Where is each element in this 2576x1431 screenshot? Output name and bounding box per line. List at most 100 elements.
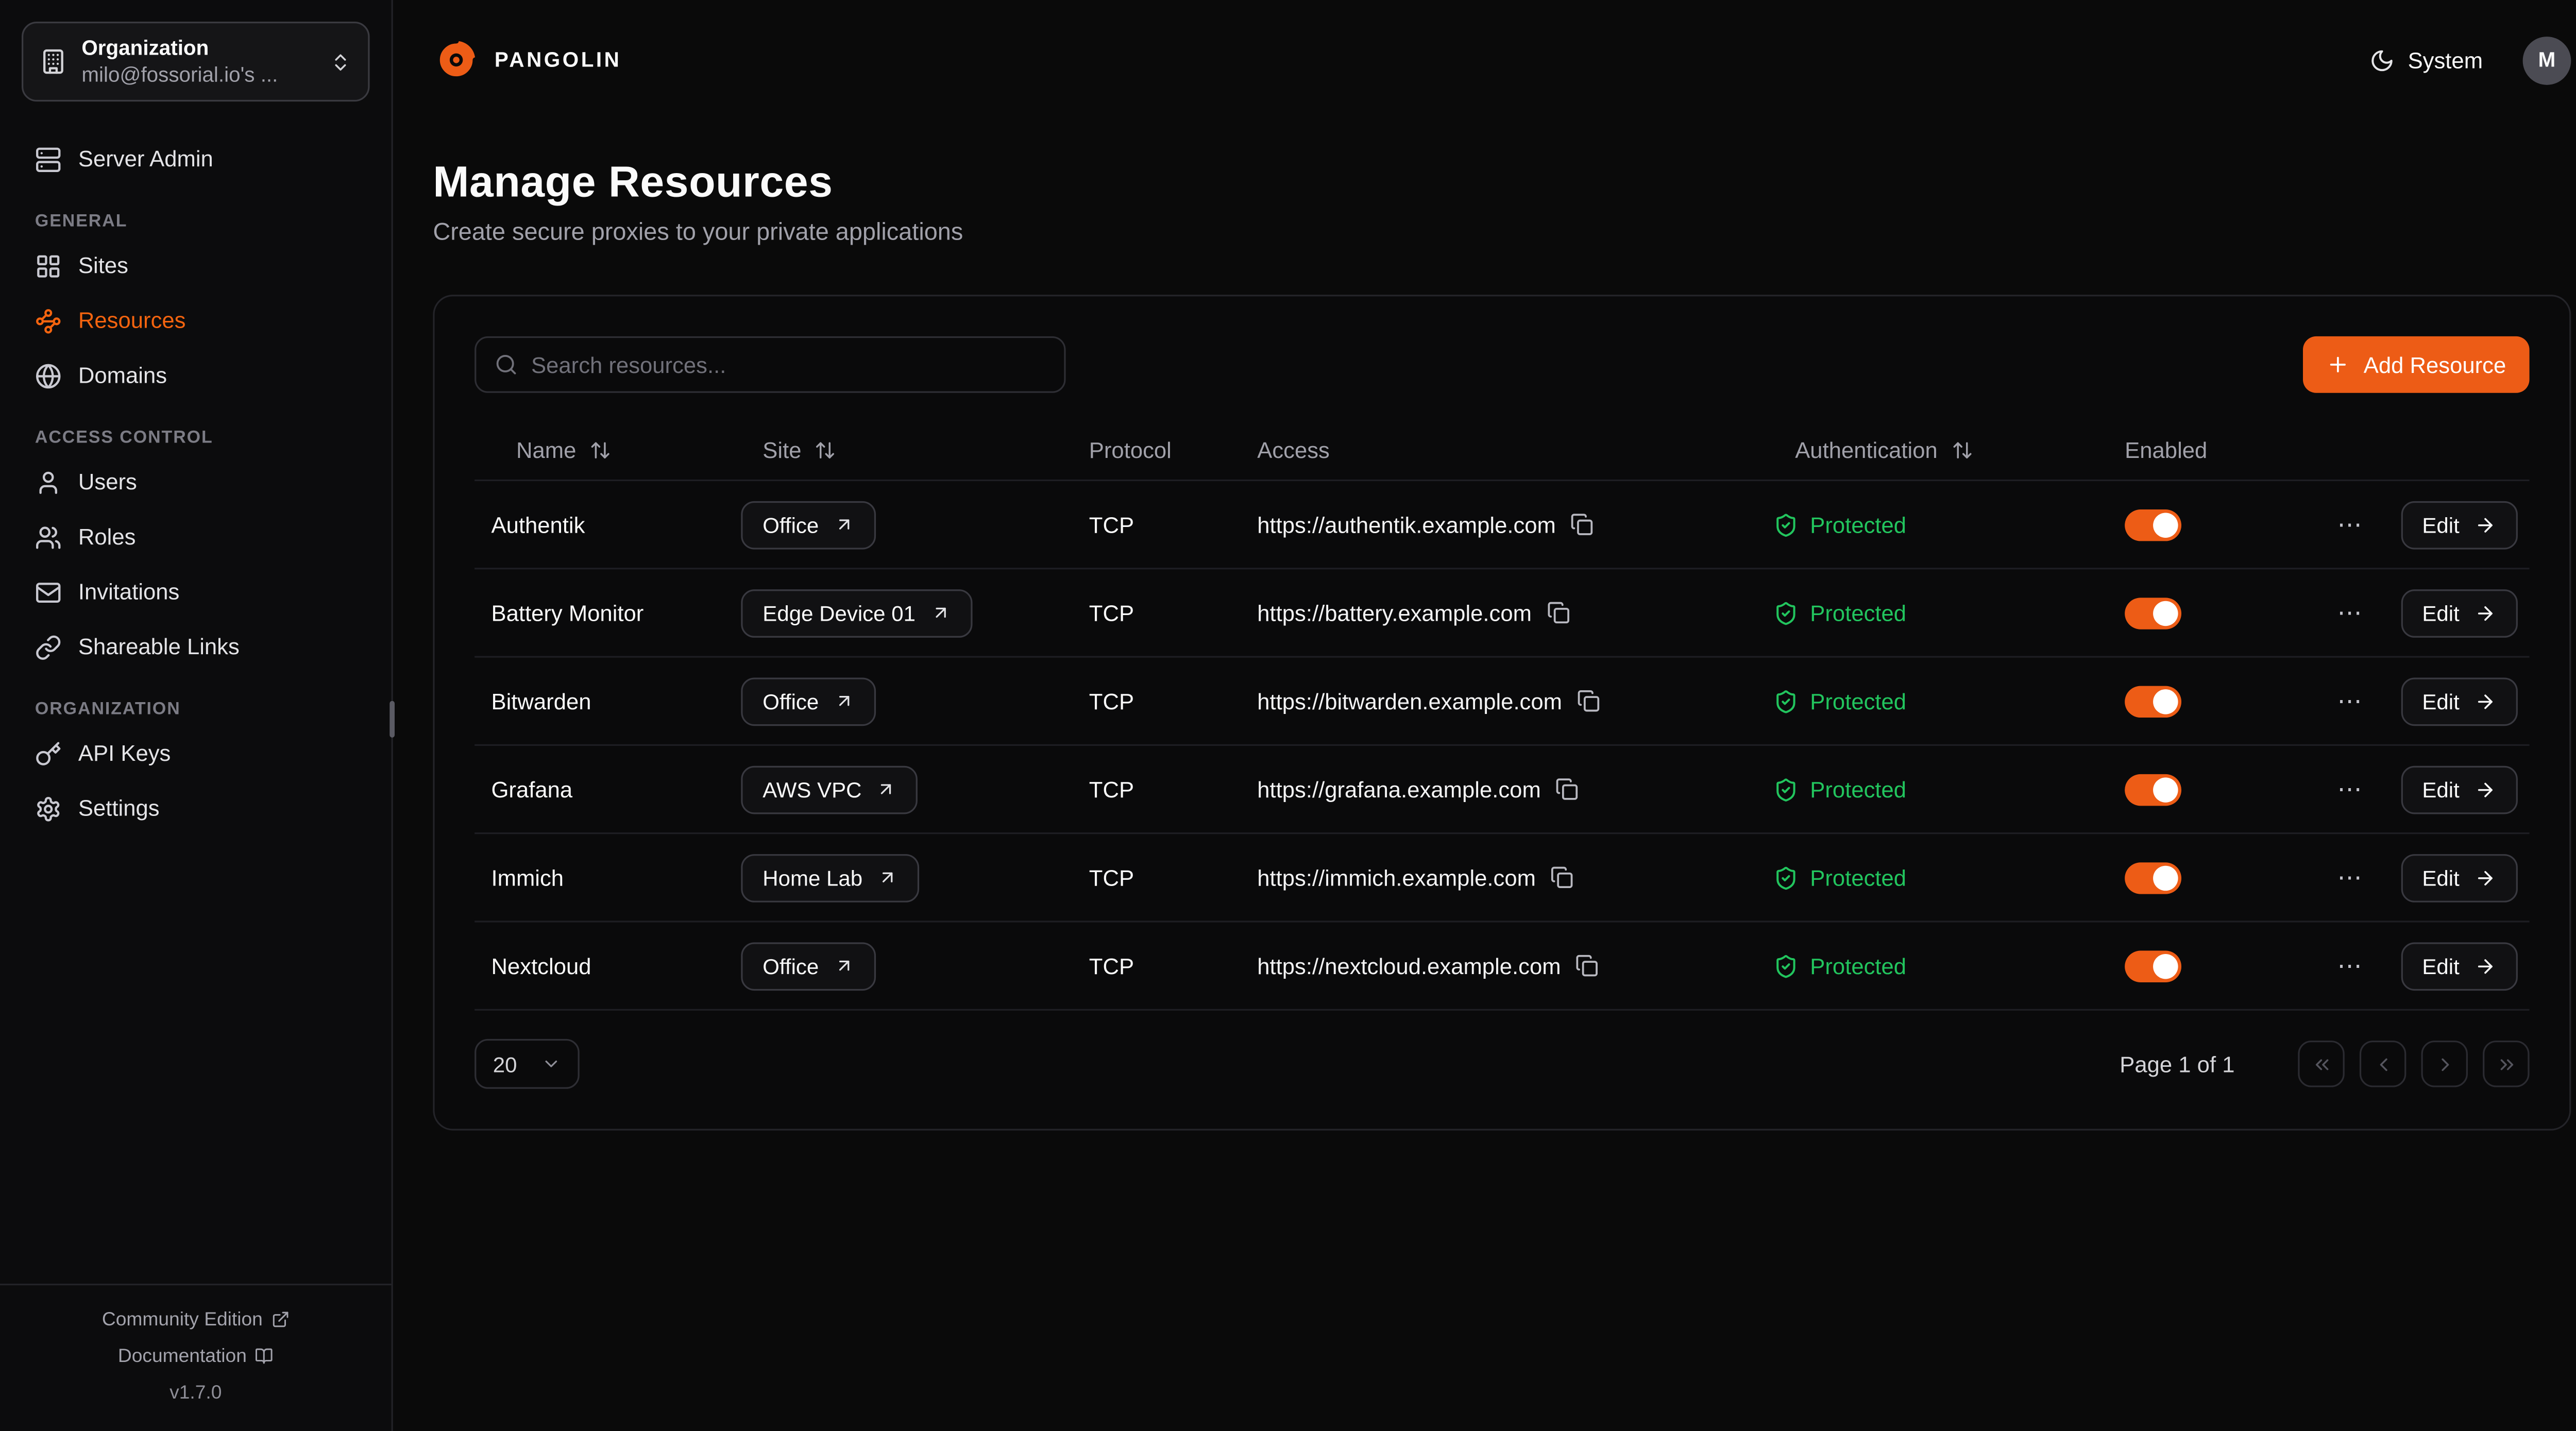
ellipsis-icon: ⋯	[2337, 508, 2362, 538]
page-header: Manage Resources Create secure proxies t…	[433, 157, 2571, 247]
row-menu-button[interactable]: ⋯	[2334, 600, 2365, 625]
theme-label: System	[2408, 47, 2483, 72]
sort-authentication-button[interactable]	[1951, 439, 1973, 461]
edit-button[interactable]: Edit	[2400, 942, 2518, 990]
row-menu-button[interactable]: ⋯	[2334, 512, 2365, 537]
site-link-button[interactable]: AWS VPC	[741, 765, 918, 813]
sidebar-item-server-admin[interactable]: Server Admin	[22, 131, 370, 186]
topbar-right: System M	[2369, 36, 2571, 84]
sidebar-item-shareable-links[interactable]: Shareable Links	[22, 619, 370, 674]
access-url: https://nextcloud.example.com	[1257, 953, 1561, 978]
arrow-up-right-icon	[930, 603, 951, 623]
site-link-button[interactable]: Edge Device 01	[741, 589, 972, 637]
sidebar-item-label: Domains	[78, 363, 167, 388]
brand-name: PANGOLIN	[495, 48, 621, 72]
next-page-button[interactable]	[2421, 1041, 2467, 1087]
copy-url-button[interactable]	[1571, 513, 1594, 536]
add-resource-button[interactable]: Add Resource	[2303, 336, 2529, 393]
sidebar-item-invitations[interactable]: Invitations	[22, 565, 370, 620]
sidebar-item-label: Resources	[78, 308, 186, 333]
sort-name-button[interactable]	[589, 439, 611, 461]
ellipsis-icon: ⋯	[2337, 862, 2362, 892]
sidebar-resize-handle[interactable]	[389, 701, 395, 738]
sidebar-item-label: Roles	[78, 524, 136, 549]
sidebar-item-settings[interactable]: Settings	[22, 781, 370, 836]
edit-button[interactable]: Edit	[2400, 853, 2518, 901]
sidebar-item-sites[interactable]: Sites	[22, 238, 370, 293]
resources-icon	[35, 307, 62, 334]
copy-url-button[interactable]	[1577, 689, 1600, 712]
row-menu-button[interactable]: ⋯	[2334, 953, 2365, 978]
auth-status-badge: Protected	[1773, 953, 1906, 978]
community-edition-link[interactable]: Community Edition	[13, 1301, 378, 1338]
site-link-button[interactable]: Office	[741, 942, 875, 990]
header-access: Access	[1257, 437, 1795, 462]
toggle-knob	[2153, 953, 2178, 978]
copy-url-button[interactable]	[1576, 954, 1599, 977]
section-label-access-control: ACCESS CONTROL	[35, 428, 357, 448]
sidebar-item-resources[interactable]: Resources	[22, 293, 370, 348]
sidebar-item-api-keys[interactable]: API Keys	[22, 726, 370, 781]
pangolin-logo-icon	[433, 37, 479, 83]
copy-url-button[interactable]	[1556, 777, 1579, 800]
shield-check-icon	[1773, 512, 1798, 537]
copy-url-button[interactable]	[1547, 601, 1570, 624]
sidebar-item-users[interactable]: Users	[22, 454, 370, 509]
edit-button[interactable]: Edit	[2400, 677, 2518, 725]
enabled-toggle[interactable]	[2125, 862, 2181, 893]
resource-name: Authentik	[474, 512, 762, 537]
site-link-button[interactable]: Office	[741, 677, 875, 725]
first-page-button[interactable]	[2298, 1041, 2344, 1087]
edit-button[interactable]: Edit	[2400, 589, 2518, 637]
page-size-select[interactable]: 20	[474, 1039, 580, 1089]
brand: PANGOLIN	[433, 37, 621, 83]
documentation-link[interactable]: Documentation	[13, 1338, 378, 1374]
sidebar-item-roles[interactable]: Roles	[22, 509, 370, 565]
mail-icon	[35, 578, 62, 605]
arrow-up-right-icon	[834, 956, 854, 976]
section-label-organization: ORGANIZATION	[35, 699, 357, 719]
pagination: Page 1 of 1	[2120, 1041, 2529, 1087]
copy-url-button[interactable]	[1551, 866, 1574, 889]
shield-check-icon	[1773, 777, 1798, 802]
sort-site-button[interactable]	[815, 439, 836, 461]
sidebar-item-label: Invitations	[78, 580, 180, 604]
ellipsis-icon: ⋯	[2337, 685, 2362, 715]
globe-icon	[35, 362, 62, 389]
prev-page-button[interactable]	[2360, 1041, 2406, 1087]
chevron-left-icon	[2372, 1053, 2394, 1075]
org-title: Organization	[81, 35, 314, 62]
arrow-up-right-icon	[877, 779, 897, 799]
ellipsis-icon: ⋯	[2337, 773, 2362, 803]
search-input[interactable]	[531, 352, 1046, 377]
protocol-value: TCP	[1089, 953, 1257, 978]
book-icon	[255, 1347, 274, 1366]
row-menu-button[interactable]: ⋯	[2334, 688, 2365, 713]
table-row: Battery Monitor Edge Device 01 TCP https…	[474, 569, 2529, 657]
page-title: Manage Resources	[433, 157, 2571, 208]
sidebar-item-domains[interactable]: Domains	[22, 348, 370, 403]
page-info: Page 1 of 1	[2120, 1051, 2234, 1076]
avatar[interactable]: M	[2523, 36, 2571, 84]
copy-icon	[1571, 513, 1594, 536]
resource-name: Grafana	[474, 777, 762, 802]
table-row: Authentik Office TCP https://authentik.e…	[474, 481, 2529, 569]
theme-toggle-button[interactable]: System	[2369, 47, 2483, 72]
edit-button[interactable]: Edit	[2400, 765, 2518, 813]
enabled-toggle[interactable]	[2125, 508, 2181, 540]
site-link-button[interactable]: Home Lab	[741, 853, 919, 901]
enabled-toggle[interactable]	[2125, 950, 2181, 981]
row-menu-button[interactable]: ⋯	[2334, 777, 2365, 802]
last-page-button[interactable]	[2483, 1041, 2529, 1087]
table-row: Bitwarden Office TCP https://bitwarden.e…	[474, 658, 2529, 746]
site-link-button[interactable]: Office	[741, 500, 875, 549]
arrow-right-icon	[2475, 690, 2496, 712]
chevrons-left-icon	[2311, 1053, 2332, 1075]
enabled-toggle[interactable]	[2125, 597, 2181, 628]
enabled-toggle[interactable]	[2125, 773, 2181, 805]
edit-button[interactable]: Edit	[2400, 500, 2518, 549]
row-menu-button[interactable]: ⋯	[2334, 865, 2365, 890]
enabled-toggle[interactable]	[2125, 685, 2181, 717]
org-selector[interactable]: Organization milo@fossorial.io's ...	[22, 22, 370, 101]
avatar-initial: M	[2538, 48, 2556, 72]
